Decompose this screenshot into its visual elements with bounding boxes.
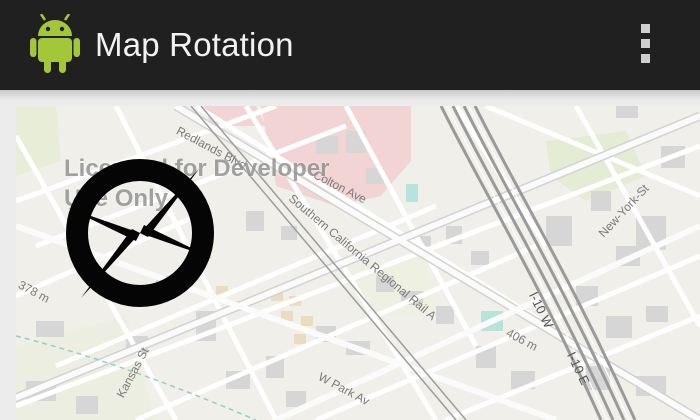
action-bar: Map Rotation — [0, 0, 700, 90]
android-robot-icon[interactable] — [28, 13, 82, 74]
overflow-menu-button[interactable] — [630, 20, 662, 70]
more-vert-icon — [641, 24, 650, 33]
action-bar-shadow — [0, 90, 700, 100]
app-title: Map Rotation — [95, 26, 294, 63]
map-view[interactable]: Redlands Blvd Colton Ave Southern Califo… — [16, 106, 700, 420]
more-vert-dot — [641, 54, 650, 63]
compass-icon[interactable] — [41, 141, 253, 331]
more-vert-dot — [641, 39, 650, 48]
